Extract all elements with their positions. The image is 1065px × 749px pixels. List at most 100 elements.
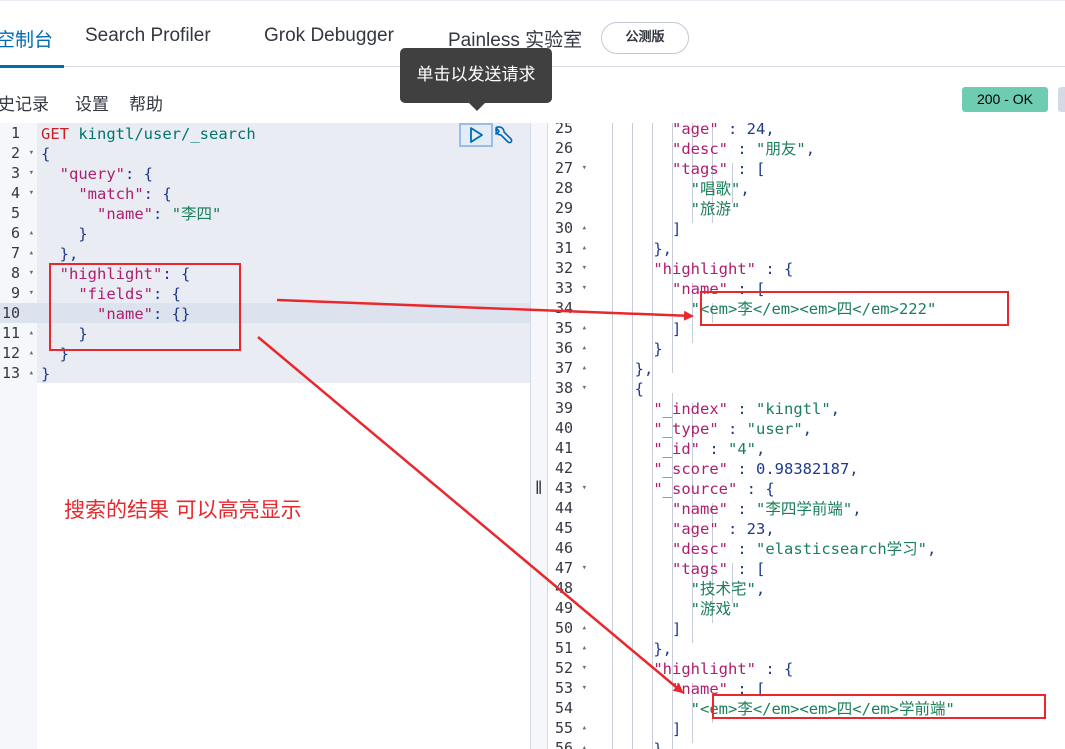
fold-toggle-icon[interactable]: ▴ — [29, 343, 34, 363]
line-number-label: 1 — [10, 124, 20, 142]
request-code-line[interactable]: } — [41, 364, 50, 384]
resizer-grip-icon[interactable]: ‖ — [535, 478, 542, 499]
response-code-line: } — [616, 740, 663, 749]
line-number: 29 — [548, 198, 600, 218]
line-number-label: 43 — [554, 479, 573, 497]
line-number: 48 — [548, 578, 600, 598]
line-number: 51 ▴ — [548, 638, 600, 658]
fold-toggle-icon[interactable]: ▴ — [29, 243, 34, 263]
line-number: 38 ▾ — [548, 378, 600, 398]
line-number: 32 ▾ — [548, 258, 600, 278]
line-number-label: 5 — [10, 204, 20, 222]
line-number-label: 46 — [554, 539, 573, 557]
response-panel[interactable]: 25 26 27 ▾ 28 29 30 ▴ 31 ▴ 32 ▾ 33 ▾ 34 35 ▴ 36 ▴ 37 ▴ 38 ▾ 39 4… — [548, 123, 1065, 749]
line-number-label: 25 — [554, 123, 573, 137]
tab-search-profiler[interactable]: Search Profiler — [85, 25, 211, 47]
settings-link[interactable]: 设置 — [75, 90, 109, 115]
fold-toggle-icon[interactable]: ▴ — [582, 238, 587, 258]
line-number: 10 — [0, 303, 37, 323]
line-number: 28 — [548, 178, 600, 198]
line-number: 31 ▴ — [548, 238, 600, 258]
request-code-line[interactable]: }, — [41, 244, 79, 264]
line-number: 47 ▾ — [548, 558, 600, 578]
fold-toggle-icon[interactable]: ▴ — [582, 218, 587, 238]
line-number: 34 — [548, 298, 600, 318]
line-number: 37 ▴ — [548, 358, 600, 378]
fold-toggle-icon[interactable]: ▾ — [582, 258, 587, 278]
fold-toggle-icon[interactable]: ▾ — [582, 658, 587, 678]
indent-guide — [612, 123, 613, 749]
help-link[interactable]: 帮助 — [129, 90, 163, 115]
response-code-line: "desc" : "elasticsearch学习", — [672, 540, 937, 558]
line-number: 42 — [548, 458, 600, 478]
fold-toggle-icon[interactable]: ▴ — [29, 363, 34, 383]
wrench-icon — [495, 126, 513, 144]
line-number: 40 — [548, 418, 600, 438]
line-number-label: 31 — [554, 239, 573, 257]
fold-toggle-icon[interactable]: ▴ — [29, 323, 34, 343]
line-number-label: 8 — [10, 264, 20, 282]
tab-grok-debugger[interactable]: Grok Debugger — [264, 25, 394, 47]
request-code-line[interactable]: { — [41, 144, 50, 164]
response-code-line: "_score" : 0.98382187, — [653, 460, 859, 478]
line-number-label: 4 — [10, 184, 20, 202]
request-code-line[interactable]: "query": { — [41, 164, 153, 184]
fold-toggle-icon[interactable]: ▾ — [29, 163, 34, 183]
line-number: 13 ▴ — [0, 363, 37, 383]
fold-toggle-icon[interactable]: ▴ — [582, 718, 587, 738]
fold-toggle-icon[interactable]: ▾ — [582, 378, 587, 398]
request-actions-button[interactable] — [493, 124, 515, 146]
history-link[interactable]: 史记录 — [0, 90, 49, 115]
tooltip-arrow — [468, 102, 486, 111]
fold-toggle-icon[interactable]: ▴ — [582, 318, 587, 338]
fold-toggle-icon[interactable]: ▴ — [29, 223, 34, 243]
fold-toggle-icon[interactable]: ▾ — [29, 263, 34, 283]
fold-toggle-icon[interactable]: ▾ — [29, 143, 34, 163]
line-number-label: 42 — [554, 459, 573, 477]
request-code-line[interactable]: "match": { — [41, 184, 171, 204]
line-number: 53 ▾ — [548, 678, 600, 698]
request-code-line[interactable]: "name": "李四" — [41, 204, 221, 224]
line-number: 39 — [548, 398, 600, 418]
fold-toggle-icon[interactable]: ▾ — [29, 183, 34, 203]
line-number: 6 ▴ — [0, 223, 37, 243]
response-code-line: "唱歌", — [690, 180, 750, 198]
fold-toggle-icon[interactable]: ▴ — [582, 738, 587, 749]
tab-console[interactable]: 空制台 — [0, 25, 53, 52]
request-editor[interactable]: 1 2 ▾ 3 ▾ 4 ▾ 5 6 ▴ 7 ▴ 8 ▾ 9 ▾ 10 11 ▴ 12 ▴ 13 ▴ GET kingtl/u… — [0, 123, 530, 749]
response-code-line: ] — [616, 620, 682, 638]
line-number: 43 ▾ — [548, 478, 600, 498]
line-number: 36 ▴ — [548, 338, 600, 358]
highlight-request-box — [49, 263, 241, 351]
line-number: 46 — [548, 538, 600, 558]
line-number-label: 37 — [554, 359, 573, 377]
fold-toggle-icon[interactable]: ▴ — [582, 358, 587, 378]
fold-toggle-icon[interactable]: ▾ — [582, 278, 587, 298]
line-number: 8 ▾ — [0, 263, 37, 283]
line-number: 33 ▾ — [548, 278, 600, 298]
fold-toggle-icon[interactable]: ▾ — [582, 158, 587, 178]
line-number-label: 47 — [554, 559, 573, 577]
fold-toggle-icon[interactable]: ▾ — [582, 478, 587, 498]
line-number: 11 ▴ — [0, 323, 37, 343]
request-code-line[interactable]: GET kingtl/user/_search — [41, 124, 256, 144]
line-number: 55 ▴ — [548, 718, 600, 738]
request-code-line[interactable]: } — [41, 224, 87, 244]
fold-toggle-icon[interactable]: ▴ — [582, 638, 587, 658]
highlight-result-box-2 — [712, 694, 1046, 719]
fold-toggle-icon[interactable]: ▴ — [582, 618, 587, 638]
fold-toggle-icon[interactable]: ▴ — [582, 338, 587, 358]
response-code-line: ] — [616, 720, 682, 738]
fold-toggle-icon[interactable]: ▾ — [29, 283, 34, 303]
line-number: 44 — [548, 498, 600, 518]
play-icon — [470, 127, 483, 143]
send-request-button[interactable] — [459, 123, 493, 147]
beta-badge: 公测版 — [601, 22, 689, 54]
line-number: 25 — [548, 123, 600, 138]
fold-toggle-icon[interactable]: ▾ — [582, 678, 587, 698]
line-number-label: 48 — [554, 579, 573, 597]
response-code-line: ] — [616, 220, 682, 238]
response-code-line: "name" : "李四学前端", — [672, 500, 862, 518]
panel-resizer[interactable] — [530, 123, 548, 749]
fold-toggle-icon[interactable]: ▾ — [582, 558, 587, 578]
